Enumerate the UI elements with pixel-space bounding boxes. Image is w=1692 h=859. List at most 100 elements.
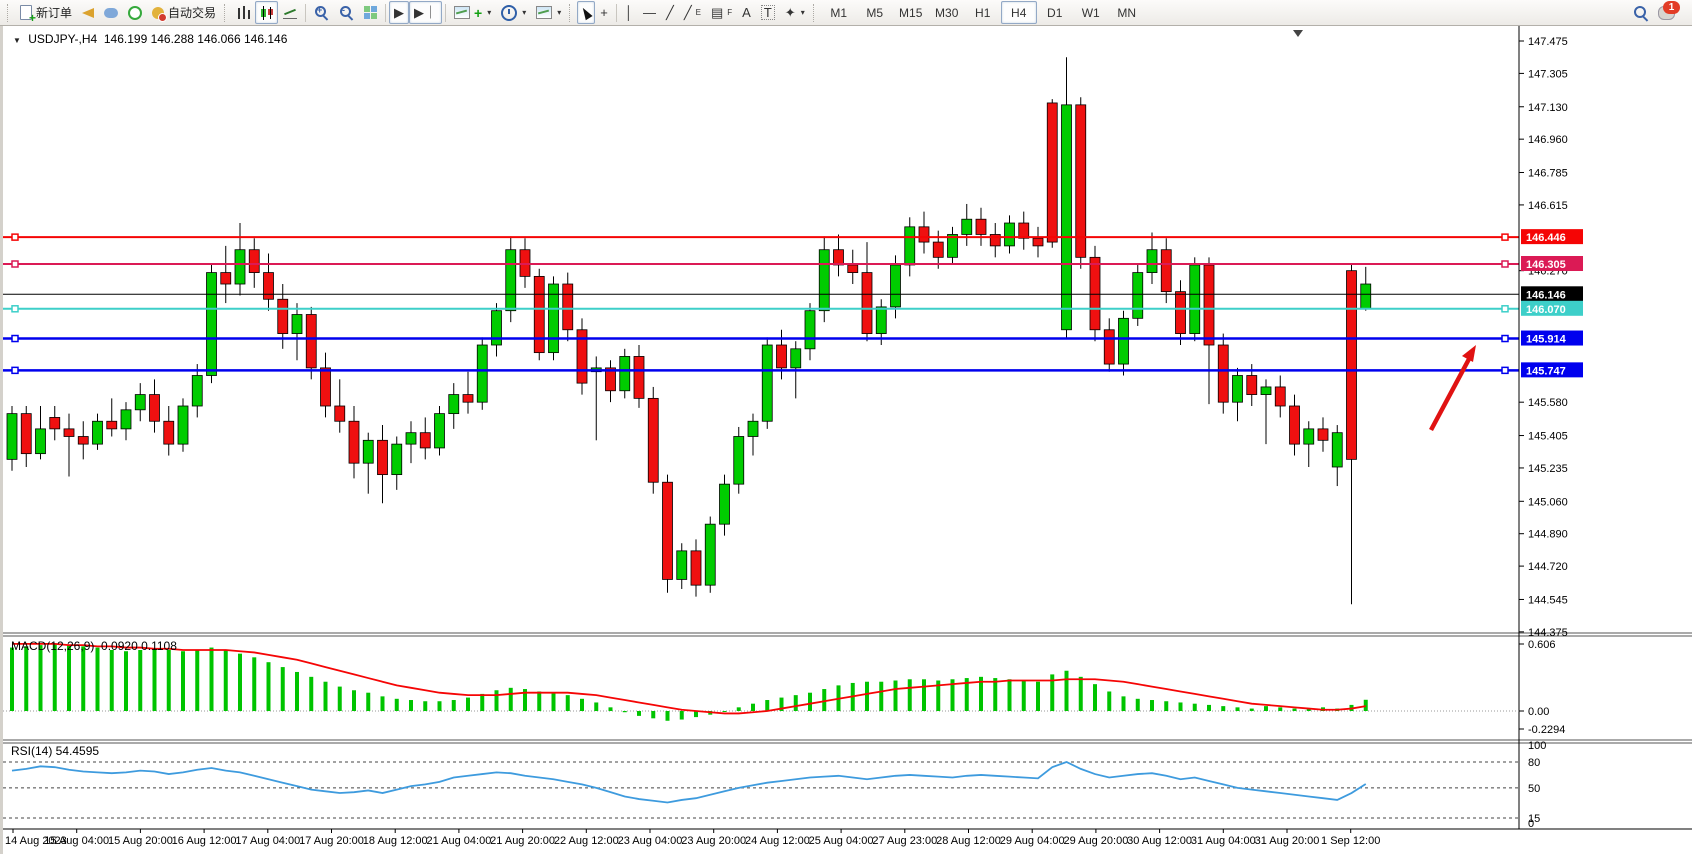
line-chart-button[interactable] [278,1,302,24]
svg-text:31 Aug 04:00: 31 Aug 04:00 [1191,835,1256,847]
svg-text:15 Aug 20:00: 15 Aug 20:00 [108,835,173,847]
templates-button[interactable]: ▾ [531,1,566,24]
svg-text:18 Aug 12:00: 18 Aug 12:00 [363,835,428,847]
candlestick-chart-button[interactable] [255,1,278,24]
vertical-line-button[interactable]: │ [620,1,638,24]
text-tool-button[interactable]: A [737,1,756,24]
hline-handle[interactable] [1502,306,1508,312]
chart-shift-icon: ▶｜ [414,6,437,19]
community-button[interactable] [99,1,123,24]
hline-handle[interactable] [1502,367,1508,373]
timeframe-w1[interactable]: W1 [1073,1,1109,24]
cursor-button[interactable] [577,1,595,24]
search-icon [1633,5,1648,20]
zoom-in-icon: + [314,5,329,20]
timeframe-h4[interactable]: H4 [1001,1,1037,24]
timeframe-mn[interactable]: MN [1109,1,1145,24]
toolbar-grip [813,4,818,22]
svg-text:23 Aug 20:00: 23 Aug 20:00 [681,835,746,847]
autotrading-button[interactable]: 自动交易 [147,1,221,24]
hline-handle[interactable] [12,306,18,312]
bar-chart-icon [237,6,250,19]
signals-button[interactable] [123,1,147,24]
equidistant-channel-button[interactable]: ╱E [679,1,706,24]
toolbar-grip [7,4,12,22]
svg-text:145.060: 145.060 [1528,496,1568,508]
svg-text:-0.2294: -0.2294 [1528,724,1565,736]
hline-handle[interactable] [12,336,18,342]
new-order-button[interactable]: 新订单 [15,1,77,24]
macd-pane [3,644,1519,721]
timeframe-m5[interactable]: M5 [857,1,893,24]
auto-scroll-button[interactable]: ▶ [389,1,409,24]
new-order-icon [20,5,32,20]
channel-icon: ╱ [684,6,692,19]
separator [305,4,306,22]
autotrading-icon [152,7,164,19]
svg-text:17 Aug 20:00: 17 Aug 20:00 [299,835,364,847]
timeframe-d1[interactable]: D1 [1037,1,1073,24]
hline-handle[interactable] [1502,261,1508,267]
svg-text:50: 50 [1528,783,1540,795]
svg-text:144.720: 144.720 [1528,561,1568,573]
svg-text:146.960: 146.960 [1528,134,1568,146]
hline-handle[interactable] [12,261,18,267]
hline-handle[interactable] [1502,336,1508,342]
chart-window[interactable]: ▼ USDJPY-,H4 146.199 146.288 146.066 146… [0,26,1692,854]
svg-text:145.914: 145.914 [1526,334,1567,346]
bar-chart-button[interactable] [232,1,255,24]
crosshair-icon: + [600,6,608,19]
hline-handle[interactable] [12,234,18,240]
hline-handle[interactable] [1502,234,1508,240]
trendline-button[interactable]: ╱ [661,1,679,24]
tile-windows-icon [364,6,377,19]
search-button[interactable] [1628,1,1653,24]
chart-shift-button[interactable]: ▶｜ [409,1,442,24]
arrows-tool-button[interactable]: ✦▾ [780,1,810,24]
cloud-icon [104,8,118,18]
text-icon: A [742,6,751,19]
chevron-down-icon: ▾ [487,8,491,17]
svg-text:80: 80 [1528,757,1540,769]
svg-text:144.890: 144.890 [1528,529,1568,541]
price-axis: 147.475147.305147.130146.960146.785146.6… [1519,36,1583,639]
svg-text:0.00: 0.00 [1528,706,1549,718]
tile-windows-button[interactable] [359,1,382,24]
notifications-button[interactable]: 1 [1653,1,1680,24]
timeframe-h1[interactable]: H1 [965,1,1001,24]
svg-text:146.615: 146.615 [1528,200,1568,212]
periods-button[interactable]: ▾ [496,1,531,24]
svg-text:25 Aug 04:00: 25 Aug 04:00 [809,835,874,847]
svg-text:23 Aug 04:00: 23 Aug 04:00 [618,835,683,847]
svg-text:147.475: 147.475 [1528,36,1568,48]
chart-shift-marker[interactable] [1293,30,1303,37]
rsi-pane [3,762,1519,818]
zoom-in-button[interactable]: + [309,1,334,24]
horizontal-line-objects[interactable] [3,234,1519,373]
arrow-annotation[interactable] [1431,345,1476,430]
crosshair-button[interactable]: + [595,1,613,24]
publish-button[interactable] [77,1,99,24]
chat-bubble-icon: 1 [1658,6,1675,20]
candles [7,57,1371,604]
indicators-button[interactable]: +▾ [449,1,496,24]
timeframe-m30[interactable]: M30 [929,1,965,24]
separator [445,4,446,22]
plus-icon: + [474,6,482,20]
timeframe-m15[interactable]: M15 [893,1,929,24]
horizontal-line-button[interactable]: — [638,1,661,24]
toolbar-grip [224,4,229,22]
template-icon [536,6,552,19]
hline-handle[interactable] [12,367,18,373]
price-chart-canvas[interactable]: 147.475147.305147.130146.960146.785146.6… [3,26,1692,854]
zoom-out-button[interactable]: - [334,1,359,24]
svg-text:28 Aug 12:00: 28 Aug 12:00 [936,835,1001,847]
svg-text:0.606: 0.606 [1528,639,1556,651]
svg-text:146.305: 146.305 [1526,259,1566,271]
svg-text:146.146: 146.146 [1526,289,1566,301]
label-tool-button[interactable]: T [756,1,780,24]
fibonacci-button[interactable]: ▤F [706,1,737,24]
fibonacci-icon: ▤ [711,6,723,19]
timeframe-m1[interactable]: M1 [821,1,857,24]
chevron-down-icon: ▾ [557,8,561,17]
